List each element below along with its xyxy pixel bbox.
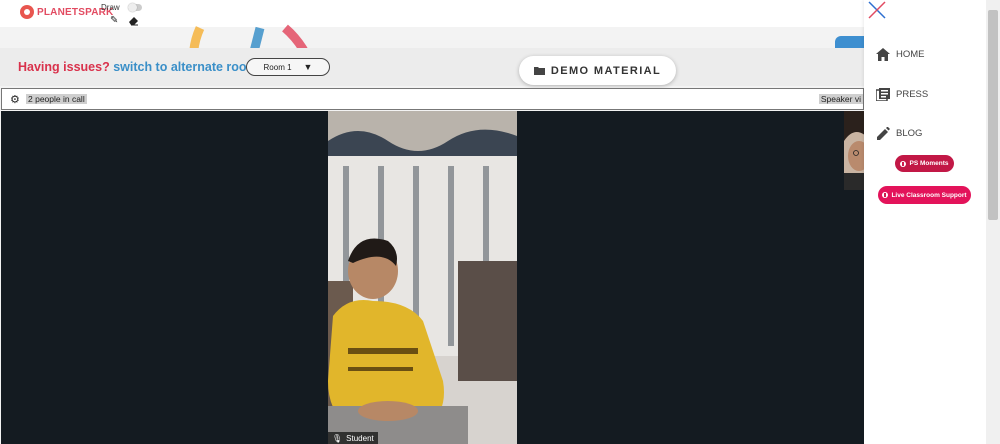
student-video-tile[interactable]: 🎙 Student [328,111,517,444]
issues-label: Having issues? [18,60,110,74]
switch-room-link[interactable]: switch to alternate room [113,60,257,74]
student-name: Student [346,433,374,443]
info-icon [882,192,889,198]
nav-item-blog[interactable]: BLOG [876,127,922,140]
student-video-feed [328,111,517,444]
nav-press-label: PRESS [896,89,929,100]
draw-toggle[interactable] [128,3,142,12]
scrollbar-thumb[interactable] [988,10,998,220]
teacher-video-tile[interactable] [844,111,864,190]
dropdown-arrow-icon: ▼ [303,62,313,72]
press-icon [876,88,890,101]
room-select[interactable]: Room 1 ▼ [246,58,330,76]
call-info-bar: ⚙ 2 people in call Speaker vi [1,88,864,110]
side-menu-panel [864,0,986,444]
eraser-tool-icon[interactable] [128,15,139,29]
demo-material-label: DEMO MATERIAL [550,64,662,77]
top-toolbar: PLANETSPARK Draw ✎ [0,0,864,27]
gear-icon[interactable]: ⚙ [10,93,20,106]
issues-notice: Having issues? switch to alternate room [18,60,258,74]
teacher-video-feed [844,111,864,190]
planetspark-logo[interactable]: PLANETSPARK [20,5,113,19]
nav-item-home[interactable]: HOME [876,48,925,61]
video-area: 🎙 Student [1,111,864,444]
room-select-value: Room 1 [263,62,292,72]
nav-home-label: HOME [896,49,925,60]
demo-material-button[interactable]: DEMO MATERIAL [519,56,676,85]
speaker-view-toggle[interactable]: Speaker vi [818,94,863,104]
live-support-label: Live Classroom Support [891,191,967,199]
pencil-tool-icon[interactable]: ✎ [110,15,118,26]
nav-item-press[interactable]: PRESS [876,88,928,101]
ps-moments-button[interactable]: PS Moments [895,155,954,172]
nav-blog-label: BLOG [896,128,923,139]
page-scrollbar[interactable] [986,0,1000,444]
info-icon [900,160,907,167]
live-classroom-support-button[interactable]: Live Classroom Support [878,186,971,204]
draw-label: Draw [101,3,120,12]
folder-icon [533,67,545,75]
microphone-icon: 🎙 [332,433,343,443]
student-name-label: 🎙 Student [328,432,378,444]
pencil-icon [877,127,890,140]
close-icon[interactable] [868,1,886,19]
home-icon [876,48,890,61]
people-count: 2 people in call [26,94,87,104]
logo-icon [20,5,34,19]
ps-moments-label: PS Moments [909,160,949,167]
